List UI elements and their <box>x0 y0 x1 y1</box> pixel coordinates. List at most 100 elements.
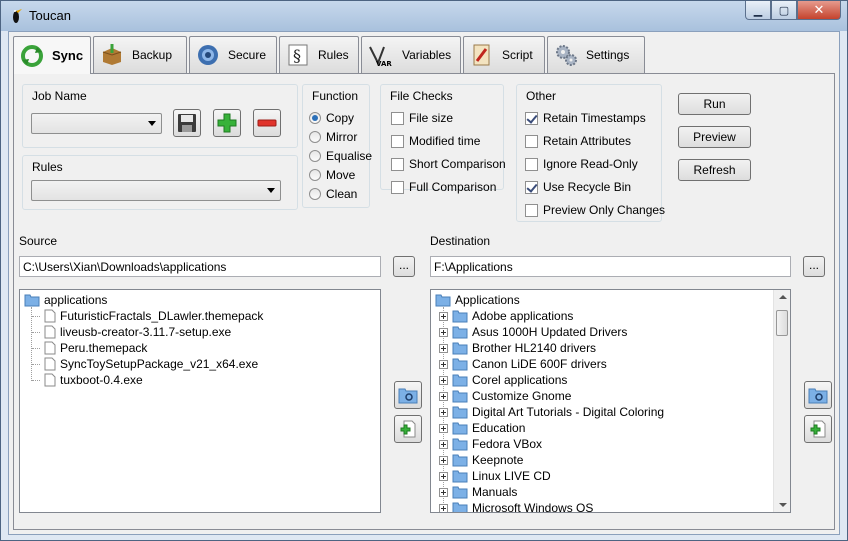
checkbox-file-size[interactable]: File size <box>391 111 453 125</box>
expand-icon[interactable] <box>439 439 448 449</box>
tree-folder[interactable]: Microsoft Windows OS <box>439 500 594 513</box>
tree-label: Microsoft Windows OS <box>472 501 594 513</box>
tab-sync[interactable]: Sync <box>13 36 91 74</box>
tree-folder[interactable]: Digital Art Tutorials - Digital Coloring <box>439 404 664 420</box>
tab-rules[interactable]: § Rules <box>279 36 359 73</box>
source-tree[interactable]: applications FuturisticFractals_DLawler.… <box>19 289 381 513</box>
radio-button[interactable] <box>309 112 321 124</box>
destination-browse-button[interactable]: ... <box>803 256 825 277</box>
maximize-button[interactable]: ▢ <box>771 1 797 20</box>
tree-folder[interactable]: Fedora VBox <box>439 436 542 452</box>
tree-folder[interactable]: Education <box>439 420 525 436</box>
tree-root-folder[interactable]: applications <box>24 292 107 308</box>
expand-icon[interactable] <box>439 455 448 465</box>
radio-clean[interactable]: Clean <box>309 187 357 201</box>
destination-expand-button[interactable] <box>804 381 832 409</box>
tree-folder[interactable]: Adobe applications <box>439 308 573 324</box>
checkbox-preview-only-changes[interactable]: Preview Only Changes <box>525 203 665 217</box>
scroll-thumb[interactable] <box>776 310 788 336</box>
checkbox[interactable] <box>525 180 538 194</box>
radio-equalise[interactable]: Equalise <box>309 149 372 163</box>
tab-settings[interactable]: Settings <box>547 36 645 73</box>
radio-mirror[interactable]: Mirror <box>309 130 357 144</box>
source-add-button[interactable] <box>394 415 422 443</box>
radio-move[interactable]: Move <box>309 168 355 182</box>
destination-tree[interactable]: Applications Adobe applications Asus 100… <box>430 289 791 513</box>
checkbox-ignore-read-only[interactable]: Ignore Read-Only <box>525 157 638 171</box>
checkbox[interactable] <box>525 134 538 148</box>
remove-job-button[interactable] <box>253 109 281 137</box>
rules-combo[interactable] <box>31 180 281 201</box>
preview-button[interactable]: Preview <box>678 126 751 148</box>
folder-search-icon <box>808 388 828 404</box>
checkbox-retain-attributes[interactable]: Retain Attributes <box>525 134 631 148</box>
source-browse-button[interactable]: ... <box>393 256 415 277</box>
tree-file[interactable]: FuturisticFractals_DLawler.themepack <box>44 308 263 324</box>
folder-icon <box>452 358 468 371</box>
checkbox-short-comparison[interactable]: Short Comparison <box>391 157 506 171</box>
save-job-button[interactable] <box>173 109 201 137</box>
checkbox[interactable] <box>391 111 404 125</box>
tree-folder[interactable]: Customize Gnome <box>439 388 571 404</box>
minimize-button[interactable]: ▁ <box>745 1 771 20</box>
tree-folder[interactable]: Canon LiDE 600F drivers <box>439 356 607 372</box>
checkbox-use-recycle-bin[interactable]: Use Recycle Bin <box>525 180 631 194</box>
destination-scrollbar[interactable] <box>773 290 790 512</box>
expand-icon[interactable] <box>439 407 448 417</box>
file-icon <box>44 309 56 323</box>
tree-folder[interactable]: Linux LIVE CD <box>439 468 551 484</box>
radio-button[interactable] <box>309 131 321 143</box>
expand-icon[interactable] <box>439 423 448 433</box>
tree-file[interactable]: SyncToySetupPackage_v21_x64.exe <box>44 356 258 372</box>
checkbox[interactable] <box>525 157 538 171</box>
job-name-combo[interactable] <box>31 113 162 134</box>
tab-backup[interactable]: Backup <box>93 36 187 73</box>
title-bar[interactable]: Toucan ▁ ▢ ✕ <box>1 1 847 31</box>
destination-add-button[interactable] <box>804 415 832 443</box>
source-expand-button[interactable] <box>394 381 422 409</box>
checkbox-retain-timestamps[interactable]: Retain Timestamps <box>525 111 646 125</box>
radio-copy[interactable]: Copy <box>309 111 354 125</box>
expand-icon[interactable] <box>439 375 448 385</box>
expand-icon[interactable] <box>439 471 448 481</box>
tree-folder[interactable]: Asus 1000H Updated Drivers <box>439 324 627 340</box>
tree-folder[interactable]: Brother HL2140 drivers <box>439 340 596 356</box>
checkbox[interactable] <box>525 203 538 217</box>
radio-button[interactable] <box>309 169 321 181</box>
folder-icon <box>452 326 468 339</box>
scroll-up-icon[interactable] <box>779 295 787 299</box>
tree-folder[interactable]: Keepnote <box>439 452 523 468</box>
checkbox[interactable] <box>391 157 404 171</box>
expand-icon[interactable] <box>439 327 448 337</box>
radio-button[interactable] <box>309 188 321 200</box>
checkbox[interactable] <box>391 180 404 194</box>
expand-icon[interactable] <box>439 391 448 401</box>
source-path-input[interactable]: C:\Users\Xian\Downloads\applications <box>19 256 381 277</box>
tab-variables[interactable]: VAR Variables <box>361 36 461 73</box>
destination-path-input[interactable]: F:\Applications <box>430 256 791 277</box>
tab-secure[interactable]: Secure <box>189 36 277 73</box>
tree-folder[interactable]: Corel applications <box>439 372 567 388</box>
tree-file[interactable]: tuxboot-0.4.exe <box>44 372 143 388</box>
tree-file[interactable]: liveusb-creator-3.11.7-setup.exe <box>44 324 231 340</box>
expand-icon[interactable] <box>439 311 448 321</box>
tree-folder[interactable]: Manuals <box>439 484 517 500</box>
expand-icon[interactable] <box>439 359 448 369</box>
close-button[interactable]: ✕ <box>797 1 841 20</box>
tree-file[interactable]: Peru.themepack <box>44 340 147 356</box>
scroll-down-icon[interactable] <box>779 503 787 507</box>
checkbox-full-comparison[interactable]: Full Comparison <box>391 180 496 194</box>
expand-icon[interactable] <box>439 487 448 497</box>
add-job-button[interactable] <box>213 109 241 137</box>
tree-root-folder[interactable]: Applications <box>435 292 520 308</box>
refresh-button[interactable]: Refresh <box>678 159 751 181</box>
expand-icon[interactable] <box>439 503 448 512</box>
checkbox[interactable] <box>391 134 404 148</box>
checkbox-modified-time[interactable]: Modified time <box>391 134 480 148</box>
add-file-icon <box>810 420 826 438</box>
radio-button[interactable] <box>309 150 321 162</box>
run-button[interactable]: Run <box>678 93 751 115</box>
checkbox[interactable] <box>525 111 538 125</box>
tab-script[interactable]: Script <box>463 36 545 73</box>
expand-icon[interactable] <box>439 343 448 353</box>
